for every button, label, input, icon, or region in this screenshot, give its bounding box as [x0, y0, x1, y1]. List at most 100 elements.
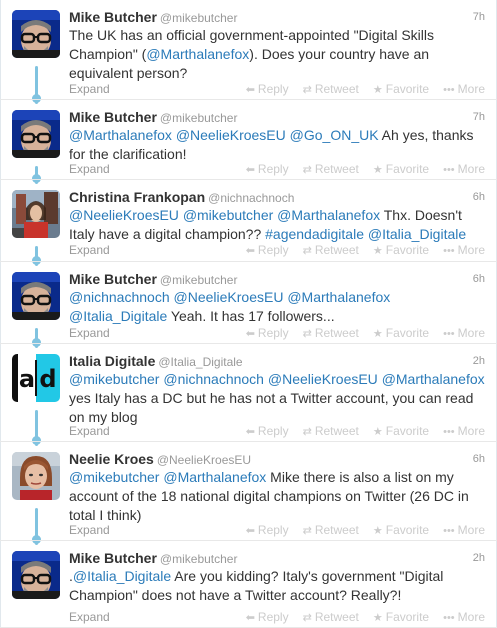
mention-link[interactable]: @Italia_Digitale — [69, 308, 167, 324]
more-label: More — [457, 523, 485, 537]
tweet-timestamp[interactable]: 2h — [473, 352, 485, 370]
author-name[interactable]: Mike Butcher — [69, 271, 157, 287]
more-button[interactable]: ••• More — [443, 609, 485, 626]
tweet-header: Mike Butcher @mikebutcher 2h — [69, 549, 485, 567]
mention-link[interactable]: @NeelieKroesEU — [176, 127, 286, 143]
author-name[interactable]: Mike Butcher — [69, 109, 157, 125]
tweet-5[interactable]: ad Italia Digitale @Italia_Digitale 2h @m… — [0, 344, 497, 442]
hashtag-link[interactable]: #agendadigitale — [265, 226, 364, 242]
mention-link[interactable]: @mikebutcher — [183, 207, 273, 223]
mention-link[interactable]: @NeelieKroesEU — [268, 371, 378, 387]
avatar-neelie-kroes[interactable] — [12, 452, 60, 500]
mention-link[interactable]: @Italia_Digitale — [73, 568, 171, 584]
mention-link[interactable]: @Marthalanefox — [163, 469, 266, 485]
mention-link[interactable]: @Go_ON_UK — [290, 127, 379, 143]
mention-link[interactable]: @NeelieKroesEU — [69, 207, 179, 223]
avatar-mike-butcher[interactable] — [12, 551, 60, 599]
retweet-icon: ⇄ — [302, 84, 312, 96]
tweet-4[interactable]: Mike Butcher @mikebutcher 6h @nichnachnoc… — [0, 262, 497, 344]
tweet-timestamp[interactable]: 6h — [473, 450, 485, 468]
mention-link[interactable]: @Marthalanefox — [382, 371, 485, 387]
reply-button[interactable]: ⬅ Reply — [246, 609, 289, 626]
author-handle[interactable]: @Italia_Digitale — [158, 355, 242, 369]
tweet-timestamp[interactable]: 6h — [473, 188, 485, 206]
expand-link[interactable]: Expand — [69, 81, 110, 97]
ellipsis-icon: ••• — [443, 612, 455, 624]
avatar-christina-frankopan[interactable] — [12, 190, 60, 238]
mention-link[interactable]: @Marthalanefox — [146, 46, 249, 62]
more-button[interactable]: ••• More — [443, 81, 485, 98]
author-handle[interactable]: @mikebutcher — [160, 273, 238, 287]
expand-link[interactable]: Expand — [69, 423, 110, 439]
mention-link[interactable]: @NeelieKroesEU — [174, 289, 284, 305]
favorite-button[interactable]: ★ Favorite — [373, 325, 429, 342]
reply-button[interactable]: ⬅ Reply — [246, 161, 289, 178]
author-handle[interactable]: @mikebutcher — [160, 552, 238, 566]
more-button[interactable]: ••• More — [443, 423, 485, 440]
reply-button[interactable]: ⬅ Reply — [246, 325, 289, 342]
tweet-3[interactable]: Christina Frankopan @nichnachnoch 6h @Nee… — [0, 180, 497, 262]
mention-link[interactable]: @Marthalanefox — [277, 207, 380, 223]
favorite-button[interactable]: ★ Favorite — [373, 81, 429, 98]
expand-link[interactable]: Expand — [69, 522, 110, 538]
more-button[interactable]: ••• More — [443, 325, 485, 342]
author-handle[interactable]: @nichnachnoch — [208, 191, 294, 205]
tweet-action-bar: ⬅ Reply ⇄ Retweet ★ Favorite ••• More — [232, 161, 485, 178]
favorite-button[interactable]: ★ Favorite — [373, 161, 429, 178]
tweet-timestamp[interactable]: 6h — [473, 270, 485, 288]
favorite-button[interactable]: ★ Favorite — [373, 242, 429, 259]
retweet-button[interactable]: ⇄ Retweet — [303, 609, 359, 626]
tweet-7[interactable]: Mike Butcher @mikebutcher 2h .@Italia_Dig… — [0, 541, 497, 628]
expand-link[interactable]: Expand — [69, 161, 110, 177]
avatar-mike-butcher[interactable] — [12, 110, 60, 158]
more-button[interactable]: ••• More — [443, 522, 485, 539]
retweet-button[interactable]: ⇄ Retweet — [303, 81, 359, 98]
tweet-header: Italia Digitale @Italia_Digitale 2h — [69, 352, 485, 370]
author-handle[interactable]: @NeelieKroesEU — [157, 453, 251, 467]
retweet-button[interactable]: ⇄ Retweet — [303, 325, 359, 342]
reply-button[interactable]: ⬅ Reply — [246, 522, 289, 539]
author-name[interactable]: Neelie Kroes — [69, 451, 154, 467]
reply-icon: ⬅ — [245, 245, 255, 257]
expand-link[interactable]: Expand — [69, 242, 110, 258]
retweet-button[interactable]: ⇄ Retweet — [303, 242, 359, 259]
avatar-italia-digitale[interactable]: ad — [12, 354, 60, 402]
author-name[interactable]: Mike Butcher — [69, 9, 157, 25]
author-handle[interactable]: @mikebutcher — [160, 11, 238, 25]
more-button[interactable]: ••• More — [443, 161, 485, 178]
tweet-text: .@Italia_Digitale Are you kidding? Italy… — [69, 567, 485, 605]
favorite-button[interactable]: ★ Favorite — [373, 522, 429, 539]
tweet-timestamp[interactable]: 7h — [473, 8, 485, 26]
retweet-button[interactable]: ⇄ Retweet — [303, 161, 359, 178]
mention-link[interactable]: @mikebutcher — [69, 469, 159, 485]
tweet-timestamp[interactable]: 7h — [473, 108, 485, 126]
author-name[interactable]: Christina Frankopan — [69, 189, 205, 205]
author-name[interactable]: Italia Digitale — [69, 353, 155, 369]
more-button[interactable]: ••• More — [443, 242, 485, 259]
expand-link[interactable]: Expand — [69, 609, 110, 625]
mention-link[interactable]: @Marthalanefox — [287, 289, 390, 305]
expand-link[interactable]: Expand — [69, 325, 110, 341]
author-name[interactable]: Mike Butcher — [69, 550, 157, 566]
favorite-button[interactable]: ★ Favorite — [373, 423, 429, 440]
tweet-6[interactable]: Neelie Kroes @NeelieKroesEU 6h @mikebutch… — [0, 442, 497, 541]
mention-link[interactable]: @nichnachnoch — [69, 289, 170, 305]
author-handle[interactable]: @mikebutcher — [160, 111, 238, 125]
mention-link[interactable]: @Marthalanefox — [69, 127, 172, 143]
tweet-timestamp[interactable]: 2h — [473, 549, 485, 567]
favorite-button[interactable]: ★ Favorite — [373, 609, 429, 626]
tweet-2[interactable]: Mike Butcher @mikebutcher 7h @Marthalanef… — [0, 100, 497, 180]
mention-link[interactable]: @Italia_Digitale — [368, 226, 466, 242]
tweet-1[interactable]: Mike Butcher @mikebutcher 7h The UK has a… — [0, 0, 497, 100]
mention-link[interactable]: @nichnachnoch — [163, 371, 264, 387]
avatar-mike-butcher[interactable] — [12, 10, 60, 58]
tweet-text: @Marthalanefox @NeelieKroesEU @Go_ON_UK … — [69, 126, 485, 164]
reply-button[interactable]: ⬅ Reply — [246, 423, 289, 440]
mention-link[interactable]: @mikebutcher — [69, 371, 159, 387]
avatar-mike-butcher[interactable] — [12, 272, 60, 320]
reply-button[interactable]: ⬅ Reply — [246, 242, 289, 259]
reply-button[interactable]: ⬅ Reply — [246, 81, 289, 98]
retweet-button[interactable]: ⇄ Retweet — [303, 522, 359, 539]
favorite-label: Favorite — [385, 162, 430, 176]
retweet-button[interactable]: ⇄ Retweet — [303, 423, 359, 440]
